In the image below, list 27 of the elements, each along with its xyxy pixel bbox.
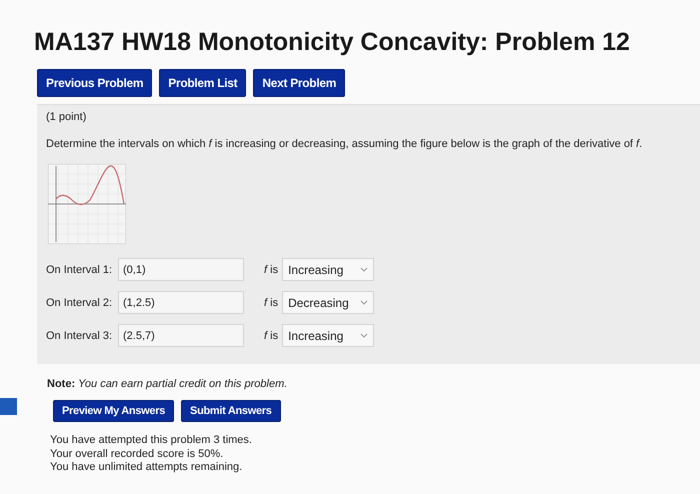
direction-dropdown[interactable]: Increasing	[282, 258, 374, 281]
f-is-label: f is	[264, 330, 278, 342]
answer-button[interactable]: Preview My Answers	[53, 400, 174, 422]
f-is-label: f is	[264, 296, 278, 308]
nav-button[interactable]: Problem List	[159, 69, 246, 97]
interval-field[interactable]: (0,1)	[118, 258, 244, 281]
note-text: Note: You can earn partial credit on this problem.	[47, 378, 288, 390]
interval-field[interactable]: (1,2.5)	[118, 291, 244, 314]
status-text: You have attempted this problem 3 times.	[50, 434, 253, 448]
nav-button[interactable]: Next Problem	[253, 69, 346, 97]
interval-label: On Interval 3:	[46, 330, 114, 342]
page-title: MA137 HW18 Monotonicity Concavity: Problem 12	[34, 28, 631, 57]
caret-icon	[360, 333, 368, 338]
interval-label: On Interval 2:	[46, 296, 114, 308]
status-text: You have unlimited attempts remaining.	[50, 461, 244, 474]
problem-statement: Determine the intervals on which f is increasing or decreasing, assuming the figure below is the graph of the derivative of f.	[46, 138, 644, 150]
points-label: (1 point)	[46, 111, 88, 123]
status-text: Your overall recorded score is 50%.	[50, 448, 224, 461]
f-is-label: f is	[264, 264, 278, 276]
caret-icon	[360, 267, 368, 272]
answer-button[interactable]: Submit Answers	[181, 400, 281, 422]
direction-dropdown[interactable]: Decreasing	[282, 291, 374, 314]
direction-dropdown[interactable]: Increasing	[282, 324, 374, 347]
interval-label: On Interval 1:	[46, 264, 114, 276]
nav-button[interactable]: Previous Problem	[37, 69, 152, 97]
interval-field[interactable]: (2.5,7)	[118, 324, 244, 347]
caret-icon	[360, 300, 368, 305]
